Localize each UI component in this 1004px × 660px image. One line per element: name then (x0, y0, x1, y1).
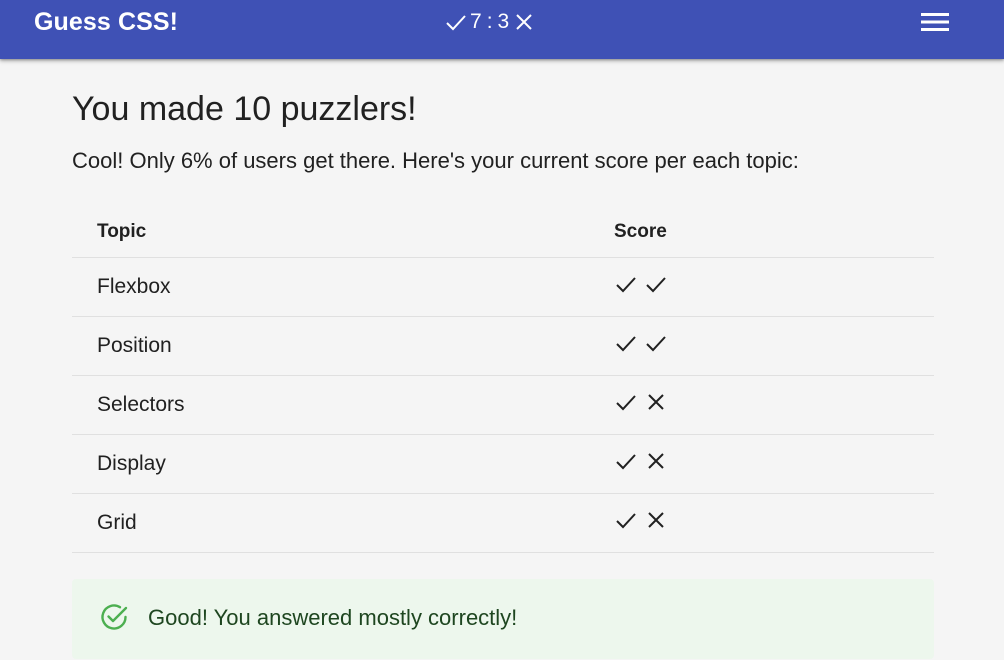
topic-name: Grid (72, 493, 614, 553)
check-icon (614, 272, 638, 296)
hamburger-menu-icon[interactable] (919, 9, 951, 35)
check-icon (644, 272, 668, 296)
score-marks (614, 390, 668, 414)
app-bar: Guess CSS! 7 : 3 (0, 0, 1004, 59)
wrong-count: 3 (497, 10, 511, 33)
topic-name: Position (72, 316, 614, 376)
topic-name: Display (72, 434, 614, 494)
check-icon (644, 331, 668, 355)
table-row: Grid (72, 493, 934, 553)
score-separator: : (486, 10, 494, 33)
score-marks (614, 331, 668, 355)
page-title: You made 10 puzzlers! (72, 90, 417, 128)
topic-name: Flexbox (72, 257, 614, 317)
column-header-score: Score (614, 207, 934, 258)
topic-score (614, 316, 934, 376)
table-row: Display (72, 434, 934, 494)
alert-message: Good! You answered mostly correctly! (148, 605, 518, 630)
app-title: Guess CSS! (34, 8, 179, 36)
check-icon (614, 508, 638, 532)
topic-score (614, 257, 934, 317)
topic-score (614, 375, 934, 435)
table-row: Selectors (72, 375, 934, 435)
table-body: Flexbox Position Selectors Display Grid (72, 257, 934, 553)
check-circle-outline-icon (98, 601, 130, 633)
close-icon (644, 390, 668, 414)
column-header-topic: Topic (72, 207, 614, 258)
score-marks (614, 508, 668, 532)
table-row: Position (72, 316, 934, 376)
main-content: You made 10 puzzlers! Cool! Only 6% of u… (72, 84, 934, 659)
page-subtitle: Cool! Only 6% of users get there. Here's… (72, 148, 799, 173)
close-icon (644, 508, 668, 532)
table-row: Flexbox (72, 257, 934, 317)
score-counter: 7 : 3 (444, 7, 536, 37)
topic-score-table: Topic Score Flexbox Position Selectors Disp… (72, 207, 934, 553)
score-marks (614, 272, 668, 296)
check-icon (444, 10, 468, 34)
correct-count: 7 (470, 10, 483, 33)
topic-name: Selectors (72, 375, 614, 435)
success-alert: Good! You answered mostly correctly! (72, 579, 934, 659)
topic-score (614, 493, 934, 553)
check-icon (614, 390, 638, 414)
table-header-row: Topic Score (72, 207, 934, 258)
check-icon (614, 331, 638, 355)
check-icon (614, 449, 638, 473)
score-marks (614, 449, 668, 473)
topic-score (614, 434, 934, 494)
close-icon (644, 449, 668, 473)
close-icon (512, 10, 536, 34)
